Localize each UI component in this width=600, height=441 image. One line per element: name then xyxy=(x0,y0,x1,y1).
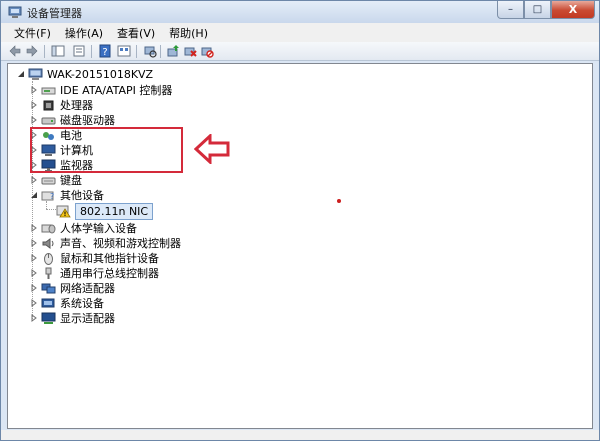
toolbar: ? xyxy=(1,42,599,61)
view-icon[interactable] xyxy=(116,43,132,59)
tree-item-network-adapters[interactable]: 网络适配器 xyxy=(29,280,115,296)
network-adapter-icon xyxy=(41,281,56,295)
device-manager-window: 设备管理器 – □ X 文件(F) 操作(A) 查看(V) 帮助(H) ? WA… xyxy=(0,0,600,441)
menu-action[interactable]: 操作(A) xyxy=(58,23,110,42)
expand-arrow-icon[interactable] xyxy=(29,239,38,248)
menu-view[interactable]: 查看(V) xyxy=(110,23,162,42)
tree-item-hid[interactable]: 人体学输入设备 xyxy=(29,220,137,236)
disk-drive-icon xyxy=(41,113,56,127)
tree-item-ide[interactable]: IDE ATA/ATAPI 控制器 xyxy=(29,82,172,98)
disable-icon[interactable] xyxy=(199,43,215,59)
properties-icon[interactable] xyxy=(71,43,87,59)
toolbar-separator xyxy=(44,45,45,58)
selected-device-label: 802.11n NIC xyxy=(75,202,154,220)
annotation-dot xyxy=(337,199,341,203)
status-bar xyxy=(1,430,599,440)
collapse-arrow-icon[interactable] xyxy=(16,70,25,79)
expand-arrow-icon[interactable] xyxy=(29,314,38,323)
sound-icon xyxy=(41,236,56,250)
forward-icon[interactable] xyxy=(24,43,40,59)
menu-file[interactable]: 文件(F) xyxy=(7,23,58,42)
tree-item-mouse[interactable]: 鼠标和其他指针设备 xyxy=(29,250,159,266)
back-icon[interactable] xyxy=(7,43,23,59)
tree-item-802-11n-nic[interactable]: 802.11n NIC xyxy=(56,202,154,220)
tree-item-label: 其他设备 xyxy=(60,189,104,202)
toolbar-separator xyxy=(91,45,92,58)
menu-bar: 文件(F) 操作(A) 查看(V) 帮助(H) xyxy=(1,23,599,42)
expand-arrow-icon[interactable] xyxy=(29,176,38,185)
tree-item-label: 人体学输入设备 xyxy=(60,222,137,235)
update-driver-icon[interactable] xyxy=(165,43,181,59)
expand-arrow-icon[interactable] xyxy=(29,101,38,110)
tree-item-label: 通用串行总线控制器 xyxy=(60,267,159,280)
mouse-icon xyxy=(41,251,56,265)
warning-device-icon xyxy=(56,204,71,218)
expand-arrow-icon[interactable] xyxy=(29,86,38,95)
expand-arrow-icon[interactable] xyxy=(29,269,38,278)
tree-item-sound[interactable]: 声音、视频和游戏控制器 xyxy=(29,235,181,251)
tree-item-label: 系统设备 xyxy=(60,297,104,310)
tree-item-label: 磁盘驱动器 xyxy=(60,114,115,127)
tree-item-other-devices[interactable]: ? 其他设备 xyxy=(29,187,104,203)
keyboard-icon xyxy=(41,173,56,187)
svg-text:?: ? xyxy=(50,192,54,201)
computer-name: WAK-20151018KVZ xyxy=(47,67,154,81)
expand-arrow-icon[interactable] xyxy=(29,116,38,125)
tree-item-processor[interactable]: 处理器 xyxy=(29,97,93,113)
processor-icon xyxy=(41,98,56,112)
caption-buttons: – □ X xyxy=(497,1,595,20)
computer-icon xyxy=(28,67,43,81)
menu-help[interactable]: 帮助(H) xyxy=(162,23,215,42)
toolbar-separator xyxy=(136,45,137,58)
tree-root[interactable]: WAK-20151018KVZ xyxy=(16,66,153,82)
annotation-highlight-box xyxy=(30,127,183,173)
tree-item-label: 显示适配器 xyxy=(60,312,115,325)
minimize-button[interactable]: – xyxy=(497,1,524,19)
tree-item-label: 键盘 xyxy=(60,174,82,187)
device-manager-icon xyxy=(7,4,23,20)
expand-arrow-icon[interactable] xyxy=(29,299,38,308)
expand-arrow-icon[interactable] xyxy=(29,224,38,233)
scan-hardware-icon[interactable] xyxy=(142,43,158,59)
device-tree-pane[interactable]: WAK-20151018KVZ IDE ATA/ATAPI 控制器 处理器 磁盘… xyxy=(7,63,593,429)
title-bar[interactable]: 设备管理器 – □ X xyxy=(1,1,599,23)
hid-icon xyxy=(41,221,56,235)
tree-item-usb[interactable]: 通用串行总线控制器 xyxy=(29,265,159,281)
tree-connector xyxy=(46,209,56,210)
other-devices-icon: ? xyxy=(41,188,56,202)
toolbar-separator xyxy=(160,45,161,58)
tree-item-keyboard[interactable]: 键盘 xyxy=(29,172,82,188)
tree-item-label: 网络适配器 xyxy=(60,282,115,295)
show-hide-console-tree-icon[interactable] xyxy=(50,43,66,59)
uninstall-icon[interactable] xyxy=(182,43,198,59)
collapse-arrow-icon[interactable] xyxy=(29,191,38,200)
expand-arrow-icon[interactable] xyxy=(29,254,38,263)
annotation-arrow-icon xyxy=(194,134,230,164)
tree-item-label: 处理器 xyxy=(60,99,93,112)
system-devices-icon xyxy=(41,296,56,310)
window-title: 设备管理器 xyxy=(27,7,82,20)
close-button[interactable]: X xyxy=(551,1,595,19)
usb-icon xyxy=(41,266,56,280)
tree-item-display-adapters[interactable]: 显示适配器 xyxy=(29,310,115,326)
tree-item-label: 鼠标和其他指针设备 xyxy=(60,252,159,265)
tree-item-disk-drives[interactable]: 磁盘驱动器 xyxy=(29,112,115,128)
help-icon[interactable]: ? xyxy=(97,43,113,59)
expand-arrow-icon[interactable] xyxy=(29,284,38,293)
ide-controller-icon xyxy=(41,83,56,97)
tree-item-system-devices[interactable]: 系统设备 xyxy=(29,295,104,311)
display-adapter-icon xyxy=(41,311,56,325)
tree-item-label: IDE ATA/ATAPI 控制器 xyxy=(60,84,173,97)
tree-item-label: 声音、视频和游戏控制器 xyxy=(60,237,181,250)
maximize-button[interactable]: □ xyxy=(524,1,551,19)
svg-text:?: ? xyxy=(102,47,107,58)
